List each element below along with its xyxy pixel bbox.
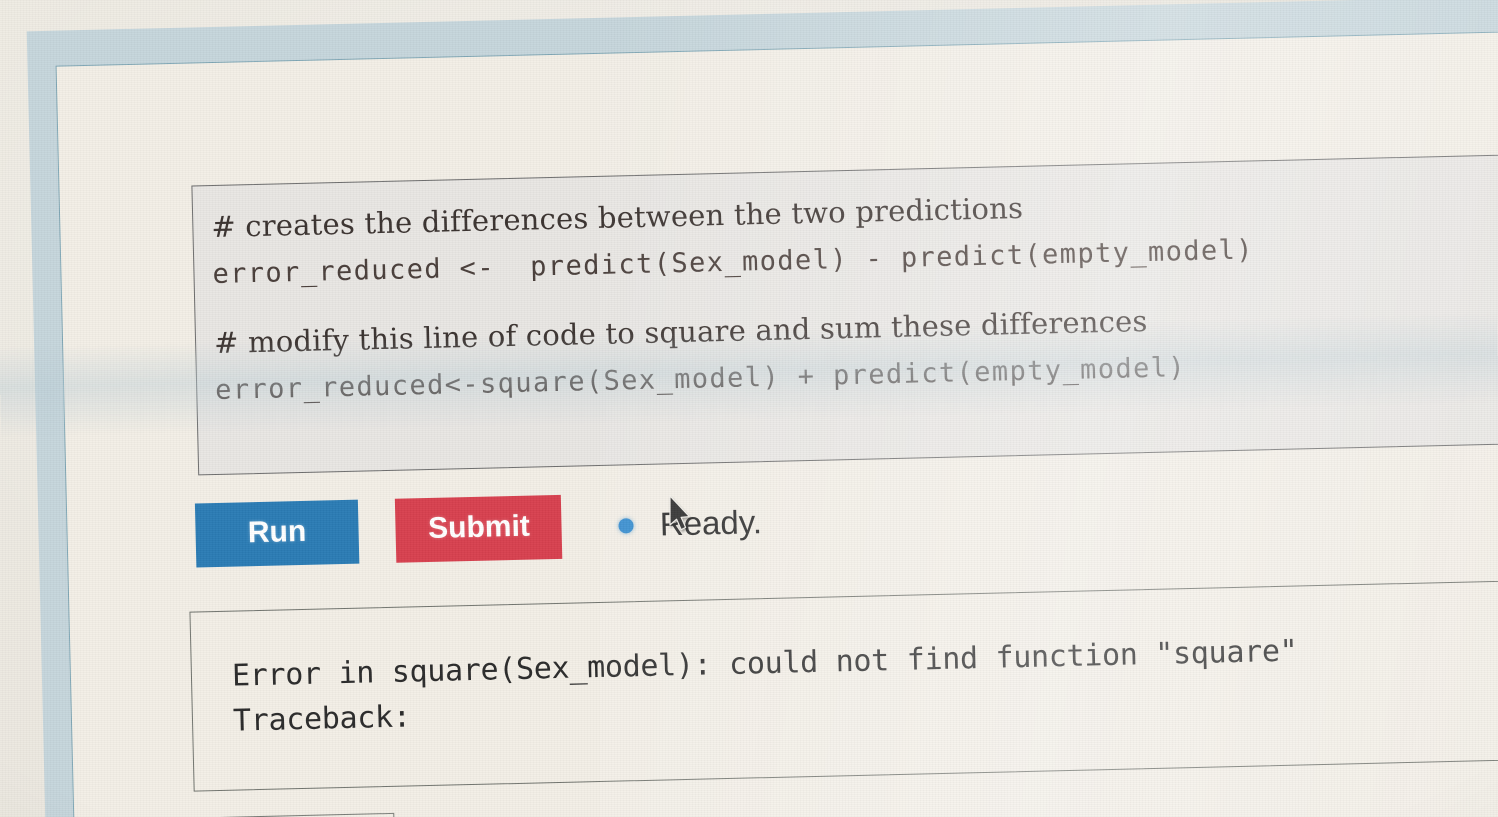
exercise-card: # creates the differences between the tw… bbox=[55, 28, 1498, 817]
output-console: Error in square(Sex_model): could not fi… bbox=[189, 575, 1498, 792]
hide-output-button[interactable]: Hide output bbox=[182, 812, 396, 817]
photograph-of-screen: # creates the differences between the tw… bbox=[0, 0, 1498, 817]
status-indicator: Ready. bbox=[618, 503, 762, 544]
action-toolbar: Run Submit Ready. bbox=[194, 482, 1097, 593]
status-dot-icon bbox=[618, 517, 634, 534]
status-label: Ready. bbox=[659, 503, 763, 543]
submit-button[interactable]: Submit bbox=[395, 494, 563, 563]
screen-content: # creates the differences between the tw… bbox=[0, 0, 1498, 817]
code-editor[interactable]: # creates the differences between the tw… bbox=[191, 149, 1498, 476]
run-button[interactable]: Run bbox=[194, 499, 360, 568]
